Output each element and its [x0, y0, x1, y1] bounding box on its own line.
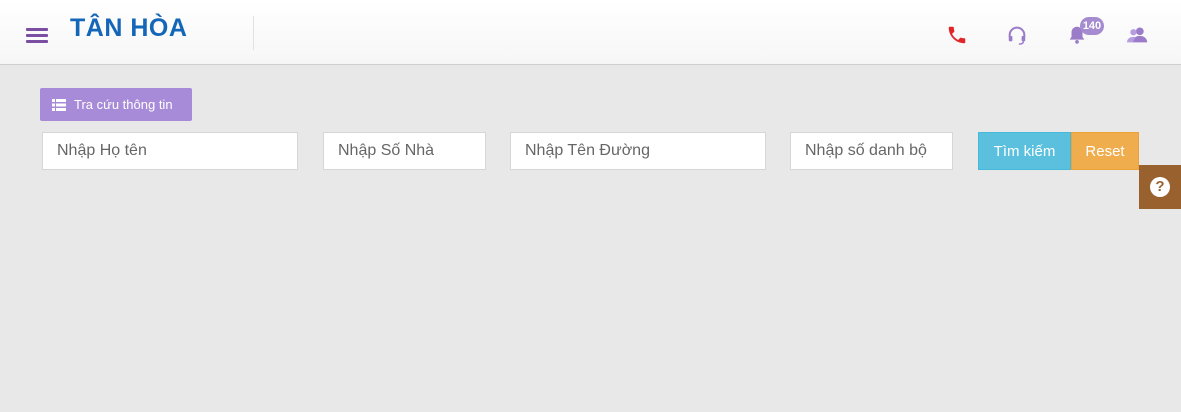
top-navbar: TÂN HÒA 140: [0, 0, 1181, 65]
question-icon: ?: [1150, 177, 1170, 197]
house-number-input[interactable]: [323, 132, 486, 170]
lookup-info-label: Tra cứu thông tin: [74, 97, 173, 112]
search-button[interactable]: Tìm kiếm: [978, 132, 1071, 170]
list-icon: [52, 98, 66, 111]
headset-icon[interactable]: [1006, 24, 1028, 46]
hamburger-menu-icon[interactable]: [26, 28, 48, 43]
account-number-input[interactable]: [790, 132, 953, 170]
reset-button[interactable]: Reset: [1071, 132, 1139, 170]
full-name-input[interactable]: [42, 132, 298, 170]
help-tab[interactable]: ?: [1139, 165, 1181, 209]
street-name-input[interactable]: [510, 132, 766, 170]
lookup-info-button[interactable]: Tra cứu thông tin: [40, 88, 192, 121]
users-icon[interactable]: [1126, 24, 1148, 46]
logo[interactable]: TÂN HÒA: [70, 14, 187, 43]
notification-badge: 140: [1080, 17, 1104, 35]
phone-icon[interactable]: [946, 24, 968, 46]
header-divider: [253, 16, 254, 50]
